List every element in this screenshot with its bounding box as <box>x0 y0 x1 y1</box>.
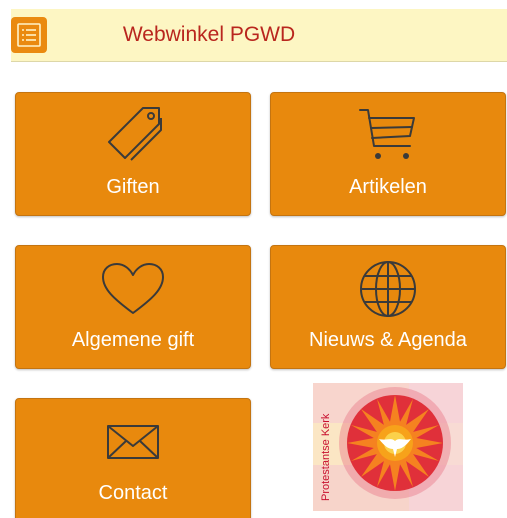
app-screen: Webwinkel PGWD Giften Artikelen Algemene… <box>0 0 507 518</box>
tile-artikelen[interactable]: Artikelen <box>270 92 506 216</box>
list-menu-icon <box>17 23 41 47</box>
menu-button[interactable] <box>11 17 47 53</box>
tile-nieuws-agenda[interactable]: Nieuws & Agenda <box>270 245 506 369</box>
header-bar: Webwinkel PGWD <box>11 9 507 62</box>
logo-text: Protestantse Kerk <box>320 413 332 501</box>
price-tags-icon <box>108 107 162 161</box>
tile-contact[interactable]: Contact <box>15 398 251 518</box>
tile-giften[interactable]: Giften <box>15 92 251 216</box>
tile-algemene-gift[interactable]: Algemene gift <box>15 245 251 369</box>
page-title: Webwinkel PGWD <box>122 23 296 46</box>
tile-label: Artikelen <box>349 176 427 198</box>
tile-label: Nieuws & Agenda <box>309 329 467 351</box>
tile-label: Giften <box>106 176 160 198</box>
tile-label: Contact <box>98 482 168 504</box>
logo-graphic: Protestantse Kerk <box>313 383 463 511</box>
envelope-icon <box>107 425 159 459</box>
heart-icon <box>102 263 164 314</box>
tile-label: Algemene gift <box>71 329 195 351</box>
globe-icon <box>360 261 416 317</box>
shopping-cart-icon <box>359 109 415 159</box>
protestantse-kerk-logo: Protestantse Kerk <box>313 383 463 511</box>
